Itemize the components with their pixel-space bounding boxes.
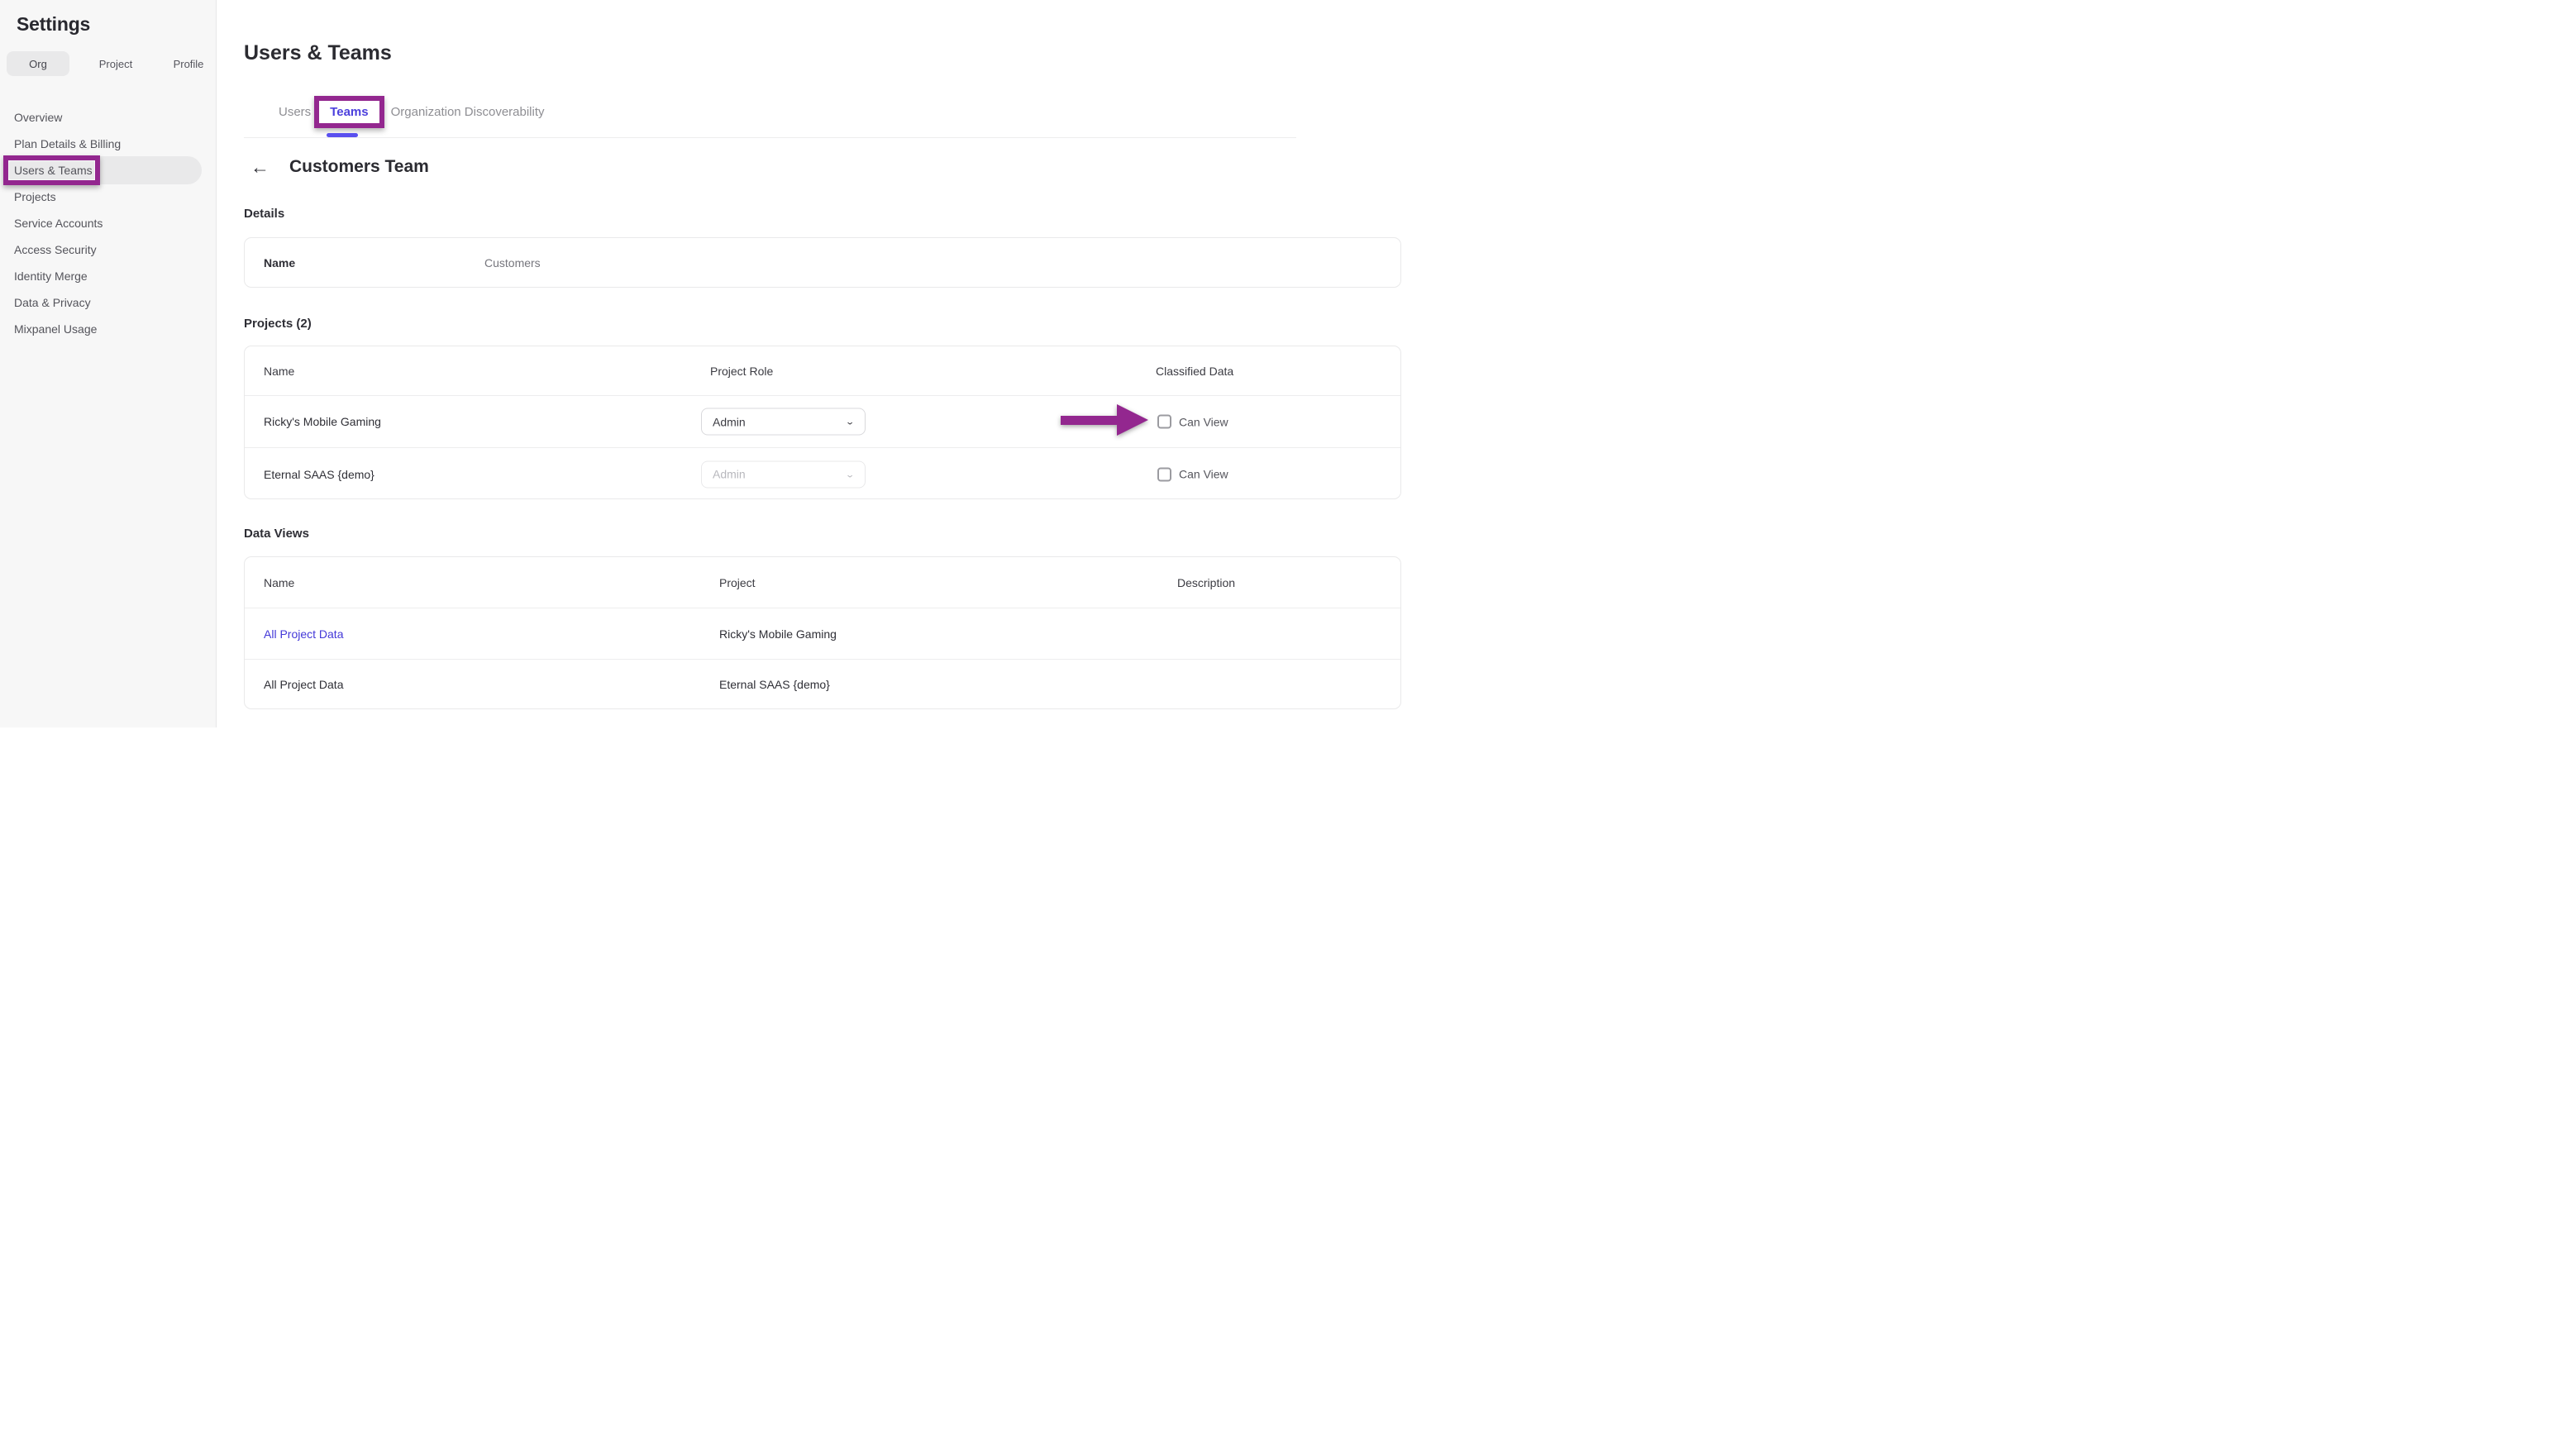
settings-page: Settings Org Project Profile Overview Pl… <box>0 0 1296 727</box>
project-role-value: Admin <box>713 468 746 481</box>
project-role-value: Admin <box>713 415 746 428</box>
classified-data-cell: Can View <box>1157 415 1228 429</box>
users-teams-tabs: Users Teams Organization Discoverability <box>279 96 545 128</box>
sidebar-item-access-security[interactable]: Access Security <box>0 236 216 263</box>
project-name: Eternal SAAS {demo} <box>264 468 374 481</box>
project-row-rickys-mobile-gaming: Ricky's Mobile Gaming Admin ⌄ Can View <box>245 396 1400 448</box>
can-view-checkbox[interactable] <box>1157 415 1171 429</box>
team-title: Customers Team <box>289 157 429 177</box>
project-name: Ricky's Mobile Gaming <box>264 415 381 428</box>
projects-header-row: Name Project Role Classified Data <box>245 346 1400 396</box>
main-content: Users & Teams Users Teams Organization D… <box>217 0 1296 727</box>
team-header: ← Customers Team <box>250 157 429 177</box>
sidebar-item-overview[interactable]: Overview <box>0 104 216 131</box>
classified-data-cell: Can View <box>1157 467 1228 481</box>
data-views-table: Name Project Description All Project Dat… <box>244 556 1401 709</box>
sidebar-item-mixpanel-usage[interactable]: Mixpanel Usage <box>0 316 216 342</box>
sidebar-nav: Overview Plan Details & Billing Users & … <box>0 104 216 342</box>
details-card: Name Customers <box>244 237 1401 288</box>
data-views-header-row: Name Project Description <box>245 557 1400 608</box>
tab-organization-discoverability[interactable]: Organization Discoverability <box>391 105 545 119</box>
scope-tab-org[interactable]: Org <box>7 51 69 76</box>
data-view-name: All Project Data <box>264 678 343 691</box>
data-view-project: Ricky's Mobile Gaming <box>719 627 837 641</box>
sidebar-item-identity-merge[interactable]: Identity Merge <box>0 263 216 289</box>
sidebar-item-plan-details-billing[interactable]: Plan Details & Billing <box>0 131 216 157</box>
col-header-project-role: Project Role <box>710 365 773 378</box>
can-view-checkbox[interactable] <box>1157 467 1171 481</box>
projects-table: Name Project Role Classified Data Ricky'… <box>244 346 1401 499</box>
details-name-value: Customers <box>484 256 541 269</box>
project-row-eternal-saas: Eternal SAAS {demo} Admin ⌄ Can View <box>245 448 1400 500</box>
details-heading: Details <box>244 207 284 221</box>
data-view-row: All Project Data Eternal SAAS {demo} <box>245 660 1400 709</box>
data-view-project: Eternal SAAS {demo} <box>719 678 830 691</box>
sidebar-item-projects[interactable]: Projects <box>0 184 216 210</box>
col-header-name: Name <box>264 365 294 378</box>
annotation-box-teams-tab: Teams <box>314 96 384 128</box>
back-arrow-icon[interactable]: ← <box>250 158 270 177</box>
col-header-project: Project <box>719 576 756 589</box>
tab-teams[interactable]: Teams <box>330 105 368 119</box>
project-role-select[interactable]: Admin ⌄ <box>701 408 866 436</box>
col-header-classified-data: Classified Data <box>1156 365 1233 378</box>
can-view-label: Can View <box>1179 415 1228 428</box>
data-view-link[interactable]: All Project Data <box>264 627 343 641</box>
sidebar-item-data-privacy[interactable]: Data & Privacy <box>0 289 216 316</box>
sidebar-title: Settings <box>17 13 216 36</box>
data-view-row: All Project Data Ricky's Mobile Gaming <box>245 608 1400 660</box>
can-view-label: Can View <box>1179 468 1228 481</box>
tab-users[interactable]: Users <box>279 105 311 119</box>
details-name-label: Name <box>264 256 484 269</box>
sidebar-item-service-accounts[interactable]: Service Accounts <box>0 210 216 236</box>
col-header-name: Name <box>264 576 294 589</box>
sidebar-item-users-teams[interactable]: Users & Teams <box>0 157 216 184</box>
col-header-description: Description <box>1177 576 1235 589</box>
scope-tab-project[interactable]: Project <box>83 51 149 76</box>
sidebar: Settings Org Project Profile Overview Pl… <box>0 0 217 727</box>
chevron-down-icon: ⌄ <box>845 417 855 427</box>
chevron-down-icon: ⌄ <box>845 469 855 479</box>
page-title: Users & Teams <box>244 41 392 65</box>
data-views-heading: Data Views <box>244 527 309 541</box>
sidebar-scope-tabs: Org Project Profile <box>7 51 216 76</box>
scope-tab-profile[interactable]: Profile <box>162 51 215 76</box>
project-role-select-disabled: Admin ⌄ <box>701 460 866 488</box>
tabs-divider <box>244 137 1296 138</box>
projects-heading: Projects (2) <box>244 317 312 331</box>
